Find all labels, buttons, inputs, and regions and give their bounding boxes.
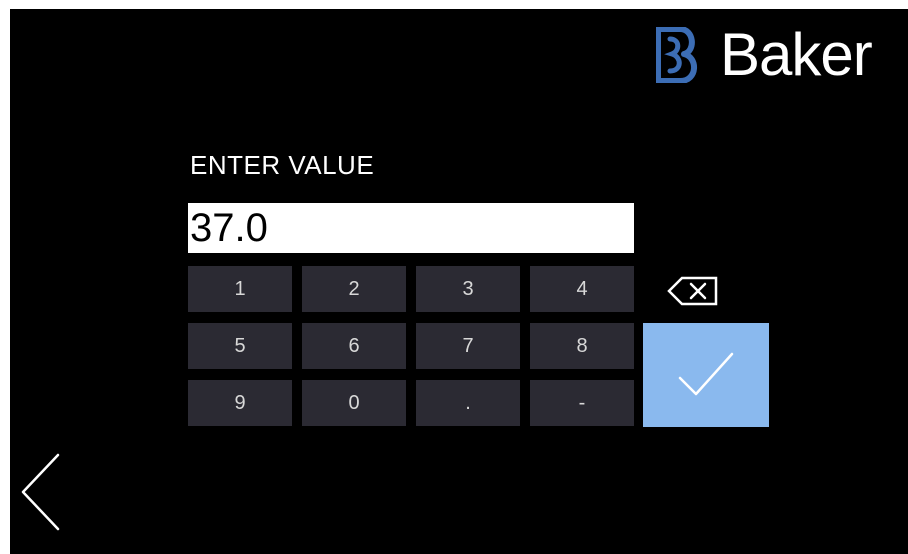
key-3[interactable]: 3 [416,266,520,312]
key-decimal[interactable]: . [416,380,520,426]
backspace-icon [667,276,718,306]
baker-b-logo-icon [656,27,697,83]
key-2[interactable]: 2 [302,266,406,312]
key-4[interactable]: 4 [530,266,634,312]
confirm-button[interactable] [643,323,769,427]
screen: Baker ENTER VALUE 37.0 1 2 3 4 5 6 7 8 9… [10,9,908,554]
checkmark-icon [678,352,734,396]
brand-logo: Baker [656,21,873,88]
brand-name: Baker [720,21,873,88]
key-5[interactable]: 5 [188,323,292,369]
chevron-left-icon [21,453,60,531]
key-8[interactable]: 8 [530,323,634,369]
prompt-label: ENTER VALUE [190,150,375,180]
key-1[interactable]: 1 [188,266,292,312]
back-button[interactable] [20,453,62,531]
key-9[interactable]: 9 [188,380,292,426]
numeric-keypad: 1 2 3 4 5 6 7 8 9 0 . - [188,266,634,426]
key-minus[interactable]: - [530,380,634,426]
key-7[interactable]: 7 [416,323,520,369]
value-input[interactable]: 37.0 [188,203,634,253]
key-6[interactable]: 6 [302,323,406,369]
backspace-button[interactable] [666,274,722,308]
key-0[interactable]: 0 [302,380,406,426]
